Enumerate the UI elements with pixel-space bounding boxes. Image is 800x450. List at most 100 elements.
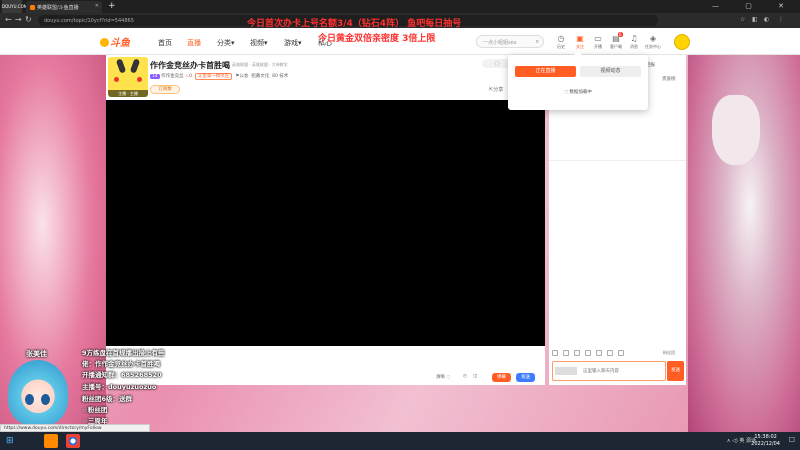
task-icon: ◈ [649,34,657,43]
search-icon[interactable]: ⌕ [536,38,539,46]
header-broadcast[interactable]: ▭ 开播 [588,34,608,50]
window-controls[interactable]: — ▢ ✕ [712,2,796,10]
hot-icon[interactable] [607,350,613,356]
extra: 80 技术 [272,74,289,79]
nav-home[interactable]: 首页 [158,38,172,48]
header-client[interactable]: ▤ 客户端 6 [606,32,626,50]
room-meta: 14 作作金竞丝 ♨0 斗鱼第一搞笑区 ⚑公会 招募文化 80 技术 [150,73,289,80]
brand-name: 斗鱼 [110,38,130,49]
chat-level-badge [555,367,577,375]
header-messages[interactable]: ♫ 消息 [624,34,644,50]
video-player[interactable] [106,100,545,346]
avatar-ear-right [129,58,141,74]
anchor-level-bar: 主播 · 主播 [108,90,148,97]
douyu-favicon-icon [30,5,35,10]
client-badge: 6 [618,32,623,37]
nav-live[interactable]: 直播 [187,38,201,48]
overlay-headline-2: 今日黄金双倍亲密度 3倍上限 [318,34,436,44]
subscribe-chip[interactable]: 订阅数 [150,85,180,94]
chat-input-box[interactable] [552,361,666,381]
room-tag: 14 [150,74,160,79]
douyu-logo[interactable]: 斗鱼 [100,34,134,49]
client-icon: ▤ [612,34,620,43]
overlay-streamer-avatar [8,360,68,426]
barrage-button[interactable]: 弹幕 [492,373,511,382]
player-toolbar: 清晰 ◌ ◷ ◫ 弹幕 发送 [106,346,545,385]
rank-badge: 斗鱼第一搞笑区 [194,73,233,80]
avatar-eye-right [41,394,50,405]
color-icon[interactable] [585,350,591,356]
emoji-icon[interactable] [552,350,558,356]
nav-category[interactable]: 分类▾ [217,38,235,48]
chat-input[interactable] [583,366,663,376]
overlay-line: 9方练盘在首规播出接上有些 [82,349,165,357]
live-room: 主播 · 主播 作作金竞丝办卡首胜喝 英雄联盟 · 英雄联盟 · 大神教学 14… [106,55,545,385]
fan-club-link[interactable]: 粉丝团 [663,350,675,356]
more-icon[interactable] [618,350,624,356]
room-title: 作作金竞丝办卡首胜喝 [150,61,230,70]
header-follow[interactable]: ▣ 关注 [570,34,590,50]
menu-dots-icon[interactable]: ⋮ [778,16,784,23]
browser-tab-bar: DOUYU.COM 英雄联盟/斗鱼直播 ✕ + — ▢ ✕ [0,0,800,13]
overlay-streamer-name: 张美佳 [26,350,47,358]
douyu-app-icon[interactable] [44,434,58,448]
header-tasks[interactable]: ◈ 任务中心 [643,34,663,50]
room-category[interactable]: 英雄联盟 · 英雄联盟 · 大神教学 [232,62,288,68]
windows-start-icon[interactable]: ⊞ [6,436,16,446]
fullscreen-icon[interactable]: ◫ [473,374,477,379]
header-history[interactable]: ◷ 历史 [551,34,571,50]
clock-time: 15:38:02 [754,434,777,440]
quality-selector[interactable]: 清晰 ◌ [436,374,450,380]
tab-live-now[interactable]: 正在直播 [515,66,576,77]
windows-taskbar: ⊞ ∧ ◁) 英 源话 15:38:02 2022/12/04 ☐ [0,432,800,450]
back-arrow-icon[interactable]: ← [5,15,12,24]
overlay-line: 粉丝团6级：送群 [82,395,133,403]
browser-tab[interactable]: 英雄联盟/斗鱼直播 ✕ [26,1,102,13]
overlay-line: 主播号：douyuzuozuo [82,383,157,391]
avatar-cheek-right [137,77,142,82]
nav-video[interactable]: 视频▾ [250,38,268,48]
search-input[interactable]: 一点小姐姐sex ⌕ [476,35,544,48]
user-avatar[interactable] [674,34,690,50]
taskbar-clock[interactable]: 15:38:02 2022/12/04 [751,434,780,448]
close-tab-icon[interactable]: ✕ [95,3,99,9]
tab-video-updates[interactable]: 视频动态 [580,66,641,77]
card-icon[interactable] [596,350,602,356]
profile-icon[interactable]: ◐ [764,16,769,23]
extension-icon[interactable]: ◧ [752,16,758,23]
dropdown-loading: ◌ 数据加载中 [564,90,592,95]
chat-tools: 粉丝团 [549,347,686,359]
anchor-avatar[interactable]: 主播 · 主播 [108,57,148,97]
new-tab-button[interactable]: + [108,1,116,11]
star-icon[interactable]: ☆ [740,16,745,23]
avatar-cheek-left [114,77,119,82]
reload-icon[interactable]: ↻ [25,15,32,24]
chrome-app-icon[interactable] [66,434,80,448]
history-icon: ◷ [557,34,565,43]
dropdown-arrow [574,51,582,55]
avatar-ear-left [115,58,127,74]
room-header: 主播 · 主播 作作金竞丝办卡首胜喝 英雄联盟 · 英雄联盟 · 大神教学 14… [106,55,545,100]
forward-arrow-icon[interactable]: → [15,15,22,24]
follow-dropdown: 正在直播 视频动态 ◌ 数据加载中 [508,51,648,110]
send-button[interactable]: 发送 [516,373,535,382]
heat-value: 0 [189,74,193,79]
clock-date: 2022/12/04 [751,441,780,447]
follow-icon: ▣ [576,34,584,43]
avatar-eye-left [25,394,34,405]
overlay-line: 佬：作作金竞丝办卡首胜喝 [82,360,160,368]
image-icon[interactable] [574,350,580,356]
noble-rank-tab[interactable]: 贵族榜 [662,76,676,82]
gift-icon[interactable] [563,350,569,356]
share-button[interactable]: ⇱分享 [489,86,503,93]
search-placeholder: 一点小姐姐sex [483,40,517,46]
region: 招募文化 [251,74,270,79]
notification-icon[interactable]: ☐ [789,436,795,444]
settings-icon[interactable]: ◷ [463,374,467,379]
anchor-name: 作作金竞丝 [161,74,184,79]
chat-send-button[interactable]: 发送 [667,361,684,381]
nav-game[interactable]: 游戏▾ [284,38,302,48]
broadcast-icon: ▭ [594,34,602,43]
douyu-corner-logo: DOUYU.COM [2,0,27,13]
chat-messages [549,160,686,345]
